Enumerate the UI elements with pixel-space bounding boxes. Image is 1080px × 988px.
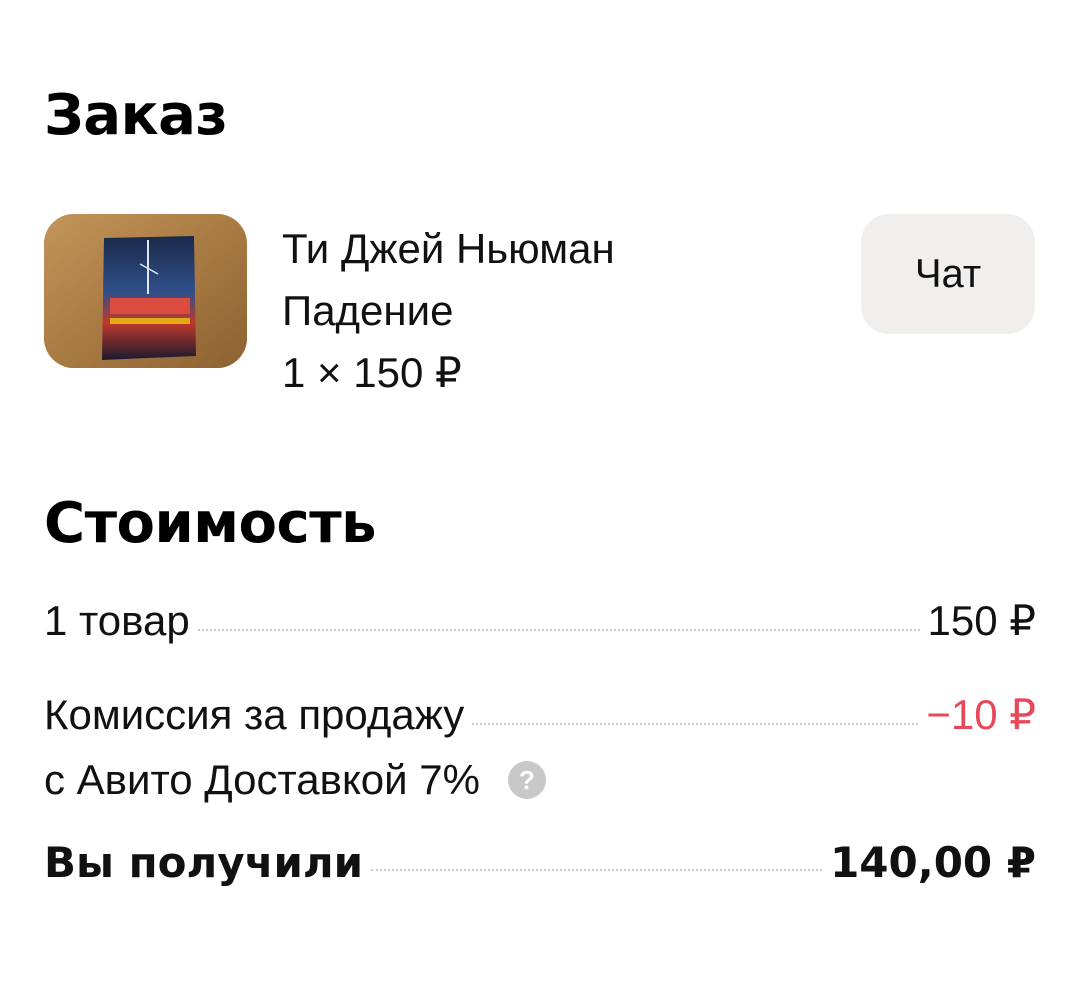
chat-button[interactable]: Чат <box>861 214 1035 334</box>
order-title: Заказ <box>44 83 228 148</box>
item-author: Ти Джей Ньюман <box>282 225 615 272</box>
item-title: Падение <box>282 287 454 334</box>
total-label: Вы получили <box>44 838 364 887</box>
dotted-leader <box>472 723 919 725</box>
commission-value: −10 ₽ <box>926 691 1036 738</box>
commission-label-2: с Авито Доставкой 7% <box>44 756 480 803</box>
item-quantity-price: 1 × 150 ₽ <box>282 349 462 396</box>
commission-sublabel: с Авито Доставкой 7% ? <box>44 756 546 804</box>
items-label: 1 товар <box>44 597 190 644</box>
dotted-leader <box>371 869 823 871</box>
cost-row-commission: Комиссия за продажу −10 ₽ <box>44 690 1036 739</box>
order-item-info: Ти Джей Ньюман Падение 1 × 150 ₽ <box>282 218 615 404</box>
cost-row-items: 1 товар 150 ₽ <box>44 596 1036 645</box>
items-value: 150 ₽ <box>927 597 1036 644</box>
cost-row-total: Вы получили 140,00 ₽ <box>44 838 1036 887</box>
cost-title: Стоимость <box>44 491 377 556</box>
dotted-leader <box>197 629 920 631</box>
commission-label: Комиссия за продажу <box>44 691 465 738</box>
help-icon[interactable]: ? <box>508 761 546 799</box>
total-value: 140,00 ₽ <box>830 838 1036 887</box>
book-cover-image[interactable] <box>44 214 247 368</box>
